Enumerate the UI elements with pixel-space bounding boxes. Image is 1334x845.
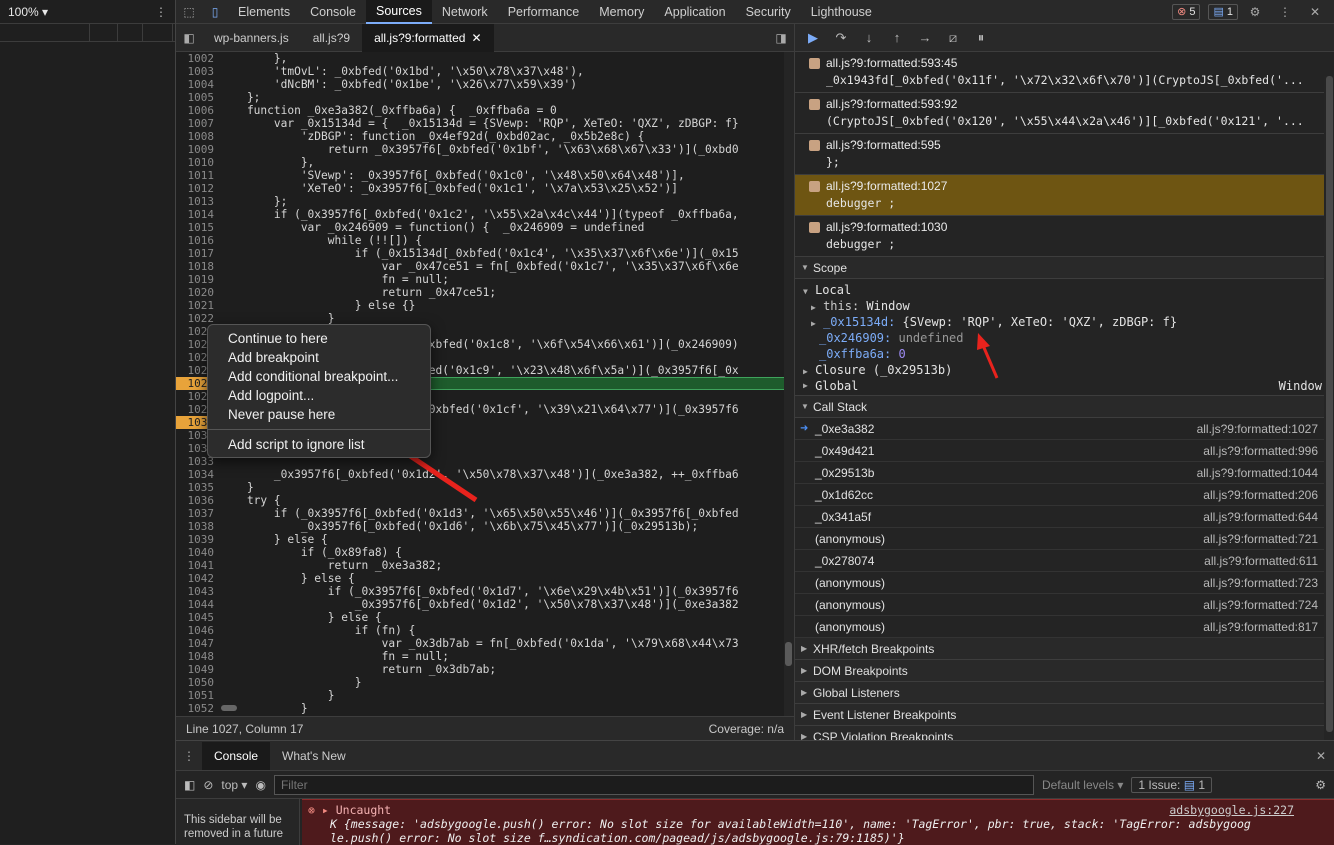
menu-add-script-to-ignore-list[interactable]: Add script to ignore list [208,435,430,454]
menu-add-logpoint[interactable]: Add logpoint... [208,386,430,405]
console-filter-input[interactable] [273,774,1034,795]
console-sidebar-note: This sidebar will be removed in a future [176,799,300,845]
sidebar-toggle-icon[interactable]: ◧ [184,778,195,792]
console-settings-gear-icon[interactable]: ⚙ [1315,778,1334,792]
clear-console-icon[interactable]: ⊘ [203,778,213,792]
log-levels-dropdown[interactable]: Default levels ▾ [1042,778,1123,792]
drawer-tab-console[interactable]: Console [202,741,271,770]
editor-context-menu: Continue to here Add breakpoint Add cond… [207,324,431,458]
console-error-message[interactable]: ⊗ ▸ Uncaught adsbygoogle.js:227 K {messag… [302,799,1334,845]
close-drawer-icon[interactable]: ✕ [1308,744,1334,768]
issues-button[interactable]: 1 Issue: ▤ 1 [1131,776,1213,793]
console-toolbar: ◧ ⊘ top ▾ ◉ Default levels ▾ 1 Issue: ▤ … [176,771,1334,799]
annotation-overlay [346,333,999,503]
annotation-arrow-head [977,333,990,350]
live-expression-eye-icon[interactable]: ◉ [255,778,265,792]
annotation-arrow-shaft [980,342,999,379]
drawer-menu-icon[interactable]: ⋮ [176,744,202,768]
menu-continue-to-here[interactable]: Continue to here [208,329,430,348]
error-source-link[interactable]: adsbygoogle.js:227 [1169,803,1334,817]
menu-add-conditional-breakpoint[interactable]: Add conditional breakpoint... [208,367,430,386]
drawer-tab-whats-new[interactable]: What's New [270,742,358,770]
menu-add-breakpoint[interactable]: Add breakpoint [208,348,430,367]
menu-separator [208,429,430,430]
message-icon: ▤ [1183,777,1196,792]
context-selector[interactable]: top ▾ [221,778,247,792]
error-icon: ⊗ ▸ [308,803,329,817]
menu-never-pause-here[interactable]: Never pause here [208,405,430,424]
drawer-tabs: ⋮ Console What's New ✕ [176,741,1334,771]
console-drawer: ⋮ Console What's New ✕ ◧ ⊘ top ▾ ◉ Defau… [176,740,1334,845]
